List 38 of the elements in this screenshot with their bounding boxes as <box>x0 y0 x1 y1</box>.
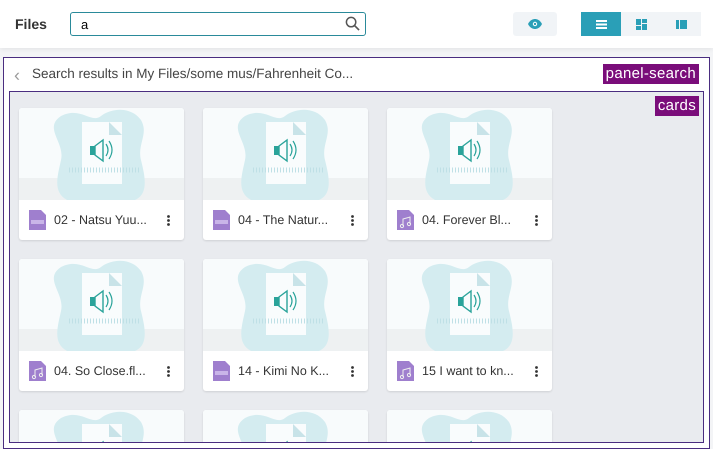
preview-toggle[interactable] <box>513 12 557 36</box>
grid-icon <box>636 18 646 30</box>
mp3-file-icon <box>29 210 46 230</box>
mp3-file-icon <box>213 210 230 230</box>
page-title: Files <box>15 14 48 34</box>
file-name: 15 I want to kn... <box>422 362 515 380</box>
music-file-icon <box>397 210 414 230</box>
file-name: 04 - The Natur... <box>238 212 330 229</box>
file-card[interactable]: 04. Forever Bl... <box>387 108 552 240</box>
file-name: 04. So Close.fl... <box>54 362 147 380</box>
file-card[interactable]: 14 - Kimi No K... <box>203 259 368 391</box>
debug-label: cards <box>654 96 699 116</box>
kebab-icon <box>351 215 354 226</box>
kebab-icon <box>535 366 538 378</box>
search-icon[interactable] <box>345 16 360 31</box>
file-card[interactable]: 04 - The Natur... <box>203 108 368 240</box>
file-card[interactable]: 15 I want to kn... <box>387 259 552 391</box>
kebab-icon <box>167 366 170 378</box>
kebab-icon <box>167 215 170 226</box>
grid-view-button[interactable] <box>621 12 661 36</box>
file-card[interactable]: 02 - Natsu Yuu... <box>19 108 184 240</box>
file-name: 04. Forever Bl... <box>422 212 512 229</box>
list-view-button[interactable] <box>581 12 621 36</box>
file-name: 14 - Kimi No K... <box>238 362 330 380</box>
kebab-icon <box>351 366 354 378</box>
breadcrumb-title: Search results in My Files/some mus/Fahrenheit Co... <box>32 65 354 84</box>
file-name: 02 - Natsu Yuu... <box>54 212 148 229</box>
kebab-icon <box>535 215 538 226</box>
list-icon <box>596 20 606 28</box>
music-file-icon <box>397 361 414 381</box>
file-card[interactable]: 04. So Close.fl... <box>19 259 184 391</box>
debug-label: panel-search <box>602 64 699 84</box>
columns-view-button[interactable] <box>661 12 701 36</box>
eye-icon <box>528 19 542 29</box>
search-field[interactable]: a <box>70 12 366 36</box>
columns-icon <box>676 20 686 28</box>
mp3-file-icon <box>213 361 230 381</box>
music-file-icon <box>29 361 46 381</box>
